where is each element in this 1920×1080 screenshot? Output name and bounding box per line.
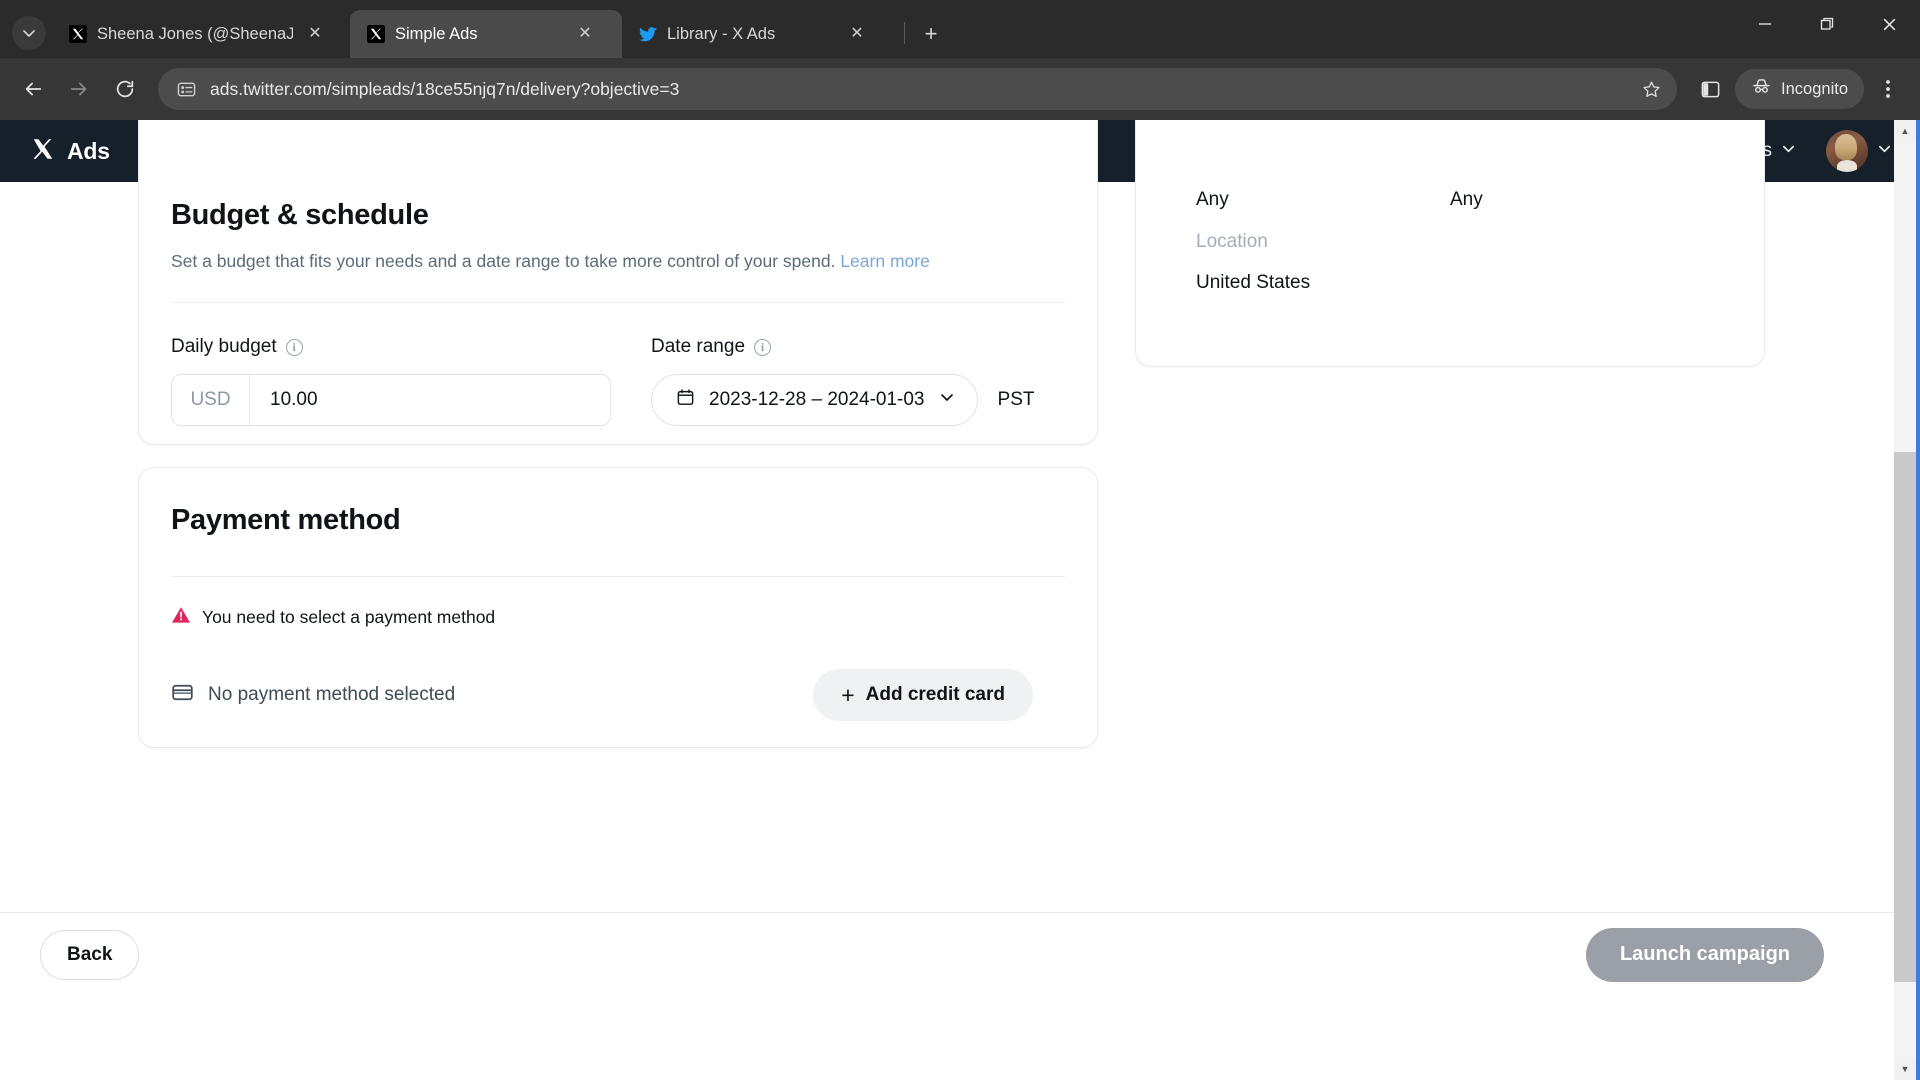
close-icon[interactable]: ✕ xyxy=(844,21,870,47)
scroll-up-arrow-icon[interactable]: ▲ xyxy=(1894,120,1916,142)
tab-title: Simple Ads xyxy=(395,24,478,43)
date-range-picker[interactable]: 2023-12-28 – 2024-01-03 xyxy=(651,374,978,426)
page-scrollbar[interactable]: ▲ ▼ xyxy=(1894,120,1916,1080)
summary-grid: Any Location United States Any xyxy=(1196,189,1704,294)
x-logo-icon xyxy=(366,24,386,44)
calendar-icon xyxy=(676,388,695,413)
tab-search-button[interactable] xyxy=(12,16,46,50)
avatar xyxy=(1826,130,1868,172)
new-tab-button[interactable]: + xyxy=(915,18,947,50)
page-content: Budget & schedule Set a budget that fits… xyxy=(0,120,1916,996)
url-text: ads.twitter.com/simpleads/18ce55njq7n/de… xyxy=(210,78,680,99)
star-icon[interactable] xyxy=(1633,71,1669,107)
budget-section-title: Budget & schedule xyxy=(171,199,429,231)
date-range-row: 2023-12-28 – 2024-01-03 PST xyxy=(651,374,1034,426)
chevron-down-icon xyxy=(1781,140,1796,162)
brand-logo[interactable]: Ads xyxy=(30,136,110,167)
timezone-label: PST xyxy=(997,389,1035,410)
incognito-label: Incognito xyxy=(1781,79,1848,98)
budget-fields: Daily budget i USD 10.00 Date range i 20… xyxy=(171,336,1065,426)
browser-tab-3[interactable]: Library - X Ads ✕ xyxy=(622,10,894,58)
daily-budget-group: Daily budget i USD 10.00 xyxy=(171,336,611,426)
payment-error-text: You need to select a payment method xyxy=(202,607,496,627)
tab-title: Sheena Jones (@SheenaJone49 xyxy=(97,24,293,43)
daily-budget-label: Daily budget xyxy=(171,336,277,357)
maximize-icon[interactable] xyxy=(1796,0,1858,48)
payment-status-text: No payment method selected xyxy=(208,684,456,705)
date-range-value: 2023-12-28 – 2024-01-03 xyxy=(709,389,925,410)
budget-schedule-card: Budget & schedule Set a budget that fits… xyxy=(138,120,1098,445)
close-icon[interactable]: ✕ xyxy=(302,21,328,47)
page-footer: Back Launch campaign xyxy=(0,912,1916,996)
avatar-menu[interactable] xyxy=(1826,130,1892,172)
daily-budget-label-row: Daily budget i xyxy=(171,336,611,358)
x-logo-icon xyxy=(68,24,88,44)
site-settings-icon[interactable] xyxy=(172,75,200,103)
payment-error-alert: You need to select a payment method xyxy=(171,605,1065,630)
date-range-group: Date range i 2023-12-28 – 2024-01-03 PST xyxy=(651,336,1034,426)
launch-campaign-button[interactable]: Launch campaign xyxy=(1585,927,1824,982)
tab-strip: Sheena Jones (@SheenaJone49 ✕ Simple Ads… xyxy=(0,0,1920,58)
browser-window: Sheena Jones (@SheenaJone49 ✕ Simple Ads… xyxy=(0,0,1920,1080)
divider xyxy=(171,576,1065,577)
payment-method-card: Payment method You need to select a paym… xyxy=(138,467,1098,748)
summary-location-label: Location xyxy=(1196,231,1268,252)
twitter-bird-icon xyxy=(638,24,658,44)
forward-arrow-icon[interactable] xyxy=(58,68,100,110)
incognito-indicator[interactable]: Incognito xyxy=(1735,69,1864,109)
back-arrow-icon[interactable] xyxy=(12,68,54,110)
warning-icon xyxy=(171,605,191,630)
summary-value-2: Any xyxy=(1450,189,1483,210)
reload-icon[interactable] xyxy=(104,68,146,110)
credit-card-icon xyxy=(171,681,194,710)
summary-value-1: Any xyxy=(1196,189,1229,210)
x-logo-icon xyxy=(30,136,56,167)
chevron-down-icon xyxy=(1877,140,1892,162)
browser-toolbar: ads.twitter.com/simpleads/18ce55njq7n/de… xyxy=(0,58,1920,120)
chevron-down-icon xyxy=(23,30,35,37)
minimize-icon[interactable] xyxy=(1734,0,1796,48)
summary-location-value: United States xyxy=(1196,272,1311,293)
scroll-down-arrow-icon[interactable]: ▼ xyxy=(1894,1058,1916,1080)
plus-icon: + xyxy=(841,681,855,708)
currency-prefix: USD xyxy=(172,375,250,425)
brand-label: Ads xyxy=(67,137,110,164)
daily-budget-input[interactable]: USD 10.00 xyxy=(171,374,611,426)
payment-section-title: Payment method xyxy=(171,504,401,536)
summary-col-1: Any Location United States xyxy=(1196,189,1450,294)
learn-more-link[interactable]: Learn more xyxy=(840,251,930,271)
date-range-label: Date range xyxy=(651,336,746,357)
add-credit-card-button[interactable]: + Add credit card xyxy=(813,669,1033,721)
address-bar[interactable]: ads.twitter.com/simpleads/18ce55njq7n/de… xyxy=(158,68,1678,110)
close-icon[interactable] xyxy=(1858,0,1920,48)
date-range-label-row: Date range i xyxy=(651,336,1034,358)
divider xyxy=(171,302,1065,303)
daily-budget-value[interactable]: 10.00 xyxy=(250,375,610,425)
budget-section-subtitle: Set a budget that fits your needs and a … xyxy=(171,251,1065,272)
scrollbar-track[interactable] xyxy=(1894,142,1916,1058)
kebab-menu-icon[interactable] xyxy=(1868,69,1908,109)
info-icon[interactable]: i xyxy=(285,338,303,356)
payment-status-row: No payment method selected + Add credit … xyxy=(171,669,1065,721)
budget-subtitle-text: Set a budget that fits your needs and a … xyxy=(171,251,836,271)
chevron-down-icon xyxy=(939,389,955,411)
payment-status: No payment method selected xyxy=(171,681,455,710)
scrollbar-thumb[interactable] xyxy=(1894,142,1916,452)
add-credit-card-label: Add credit card xyxy=(865,684,1005,705)
tab-title: Library - X Ads xyxy=(667,24,776,43)
incognito-icon xyxy=(1751,76,1772,102)
browser-tab-1[interactable]: Sheena Jones (@SheenaJone49 ✕ xyxy=(52,10,350,58)
back-button[interactable]: Back xyxy=(40,929,140,980)
info-icon[interactable]: i xyxy=(754,338,772,356)
campaign-summary-card: Any Location United States Any xyxy=(1135,120,1765,367)
browser-tab-2[interactable]: Simple Ads ✕ xyxy=(350,10,622,58)
scrollbar-track-bottom[interactable] xyxy=(1894,982,1916,1058)
close-icon[interactable]: ✕ xyxy=(572,21,598,47)
page-viewport: Ads Analytics Help? Sheena Jones xyxy=(0,120,1920,1080)
side-panel-icon[interactable] xyxy=(1689,68,1731,110)
tab-separator xyxy=(904,22,905,44)
summary-col-2: Any xyxy=(1450,189,1704,294)
window-controls xyxy=(1734,0,1920,48)
